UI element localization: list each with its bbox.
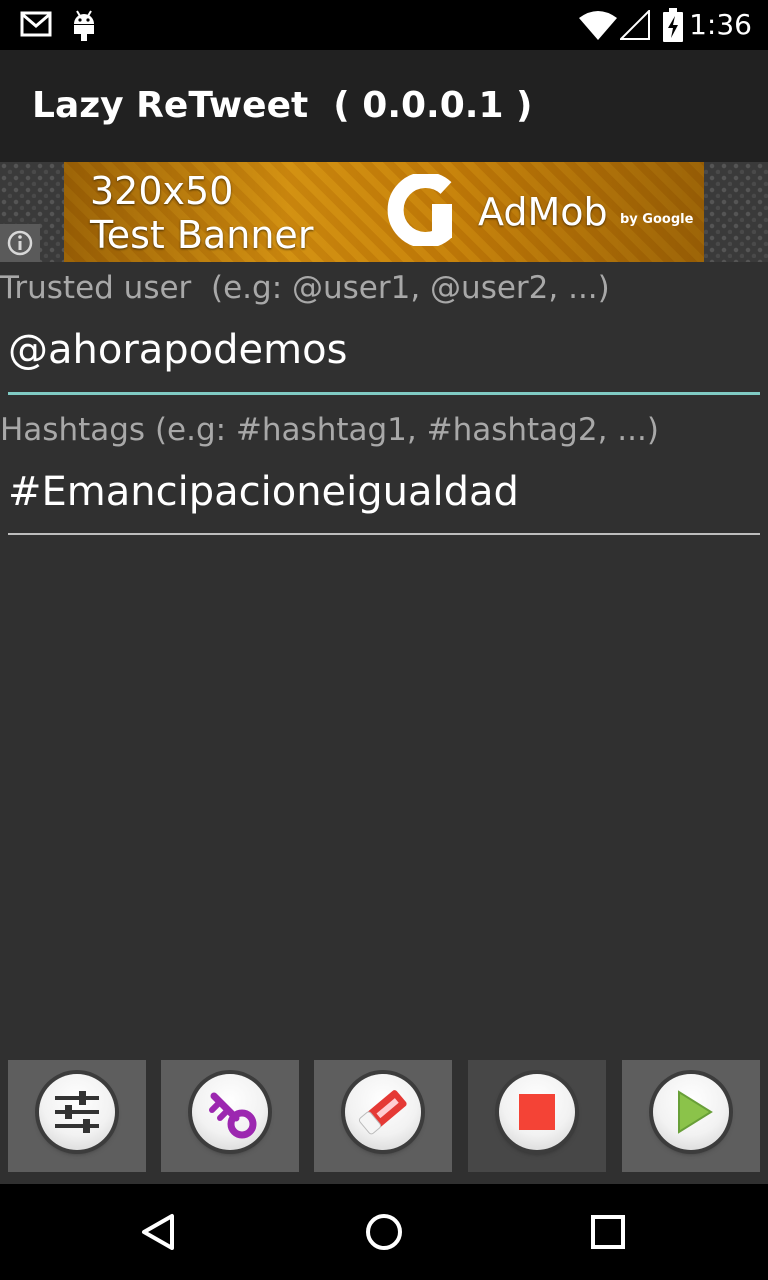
sliders-icon	[55, 1091, 99, 1133]
ad-info-icon[interactable]	[0, 224, 40, 262]
hashtags-input[interactable]	[8, 464, 760, 520]
trusted-user-input[interactable]	[8, 322, 760, 378]
cell-signal-icon	[618, 8, 650, 44]
gmail-icon	[20, 8, 52, 44]
ad-size-text: 320x50	[90, 169, 234, 213]
key-button[interactable]	[161, 1060, 299, 1172]
ad-by-google: by Google	[620, 212, 694, 227]
back-icon[interactable]	[136, 1208, 184, 1256]
ad-brand: AdMob	[478, 190, 608, 234]
trusted-user-underline	[8, 392, 760, 395]
app-screen: 1:36 Lazy ReTweet ( 0.0.0.1 ) 320x50 Tes…	[0, 0, 768, 1280]
android-debug-icon	[70, 8, 98, 46]
stop-icon	[519, 1094, 555, 1130]
hashtags-label: Hashtags (e.g: #hashtag1, #hashtag2, ...…	[0, 412, 659, 448]
play-button[interactable]	[622, 1060, 760, 1172]
settings-button[interactable]	[8, 1060, 146, 1172]
battery-charging-icon	[662, 8, 684, 46]
trusted-user-label: Trusted user (e.g: @user1, @user2, ...)	[0, 270, 610, 306]
eraser-button[interactable]	[314, 1060, 452, 1172]
status-time: 1:36	[689, 8, 752, 41]
wifi-icon	[578, 10, 618, 44]
ad-banner[interactable]: 320x50 Test Banner AdMob by Google	[64, 162, 704, 262]
eraser-icon	[358, 1090, 407, 1135]
recents-icon[interactable]	[584, 1208, 632, 1256]
app-bar: Lazy ReTweet ( 0.0.0.1 )	[0, 50, 768, 162]
home-icon[interactable]	[360, 1208, 408, 1256]
hashtags-underline	[8, 533, 760, 535]
key-icon	[209, 1092, 257, 1139]
nav-bar	[0, 1184, 768, 1280]
admob-logo-icon	[386, 172, 458, 248]
app-title: Lazy ReTweet ( 0.0.0.1 )	[32, 85, 533, 126]
play-icon	[678, 1090, 713, 1134]
ad-strip: 320x50 Test Banner AdMob by Google	[0, 162, 768, 262]
ad-test-text: Test Banner	[90, 213, 314, 257]
stop-button[interactable]	[468, 1060, 606, 1172]
status-bar: 1:36	[0, 0, 768, 50]
